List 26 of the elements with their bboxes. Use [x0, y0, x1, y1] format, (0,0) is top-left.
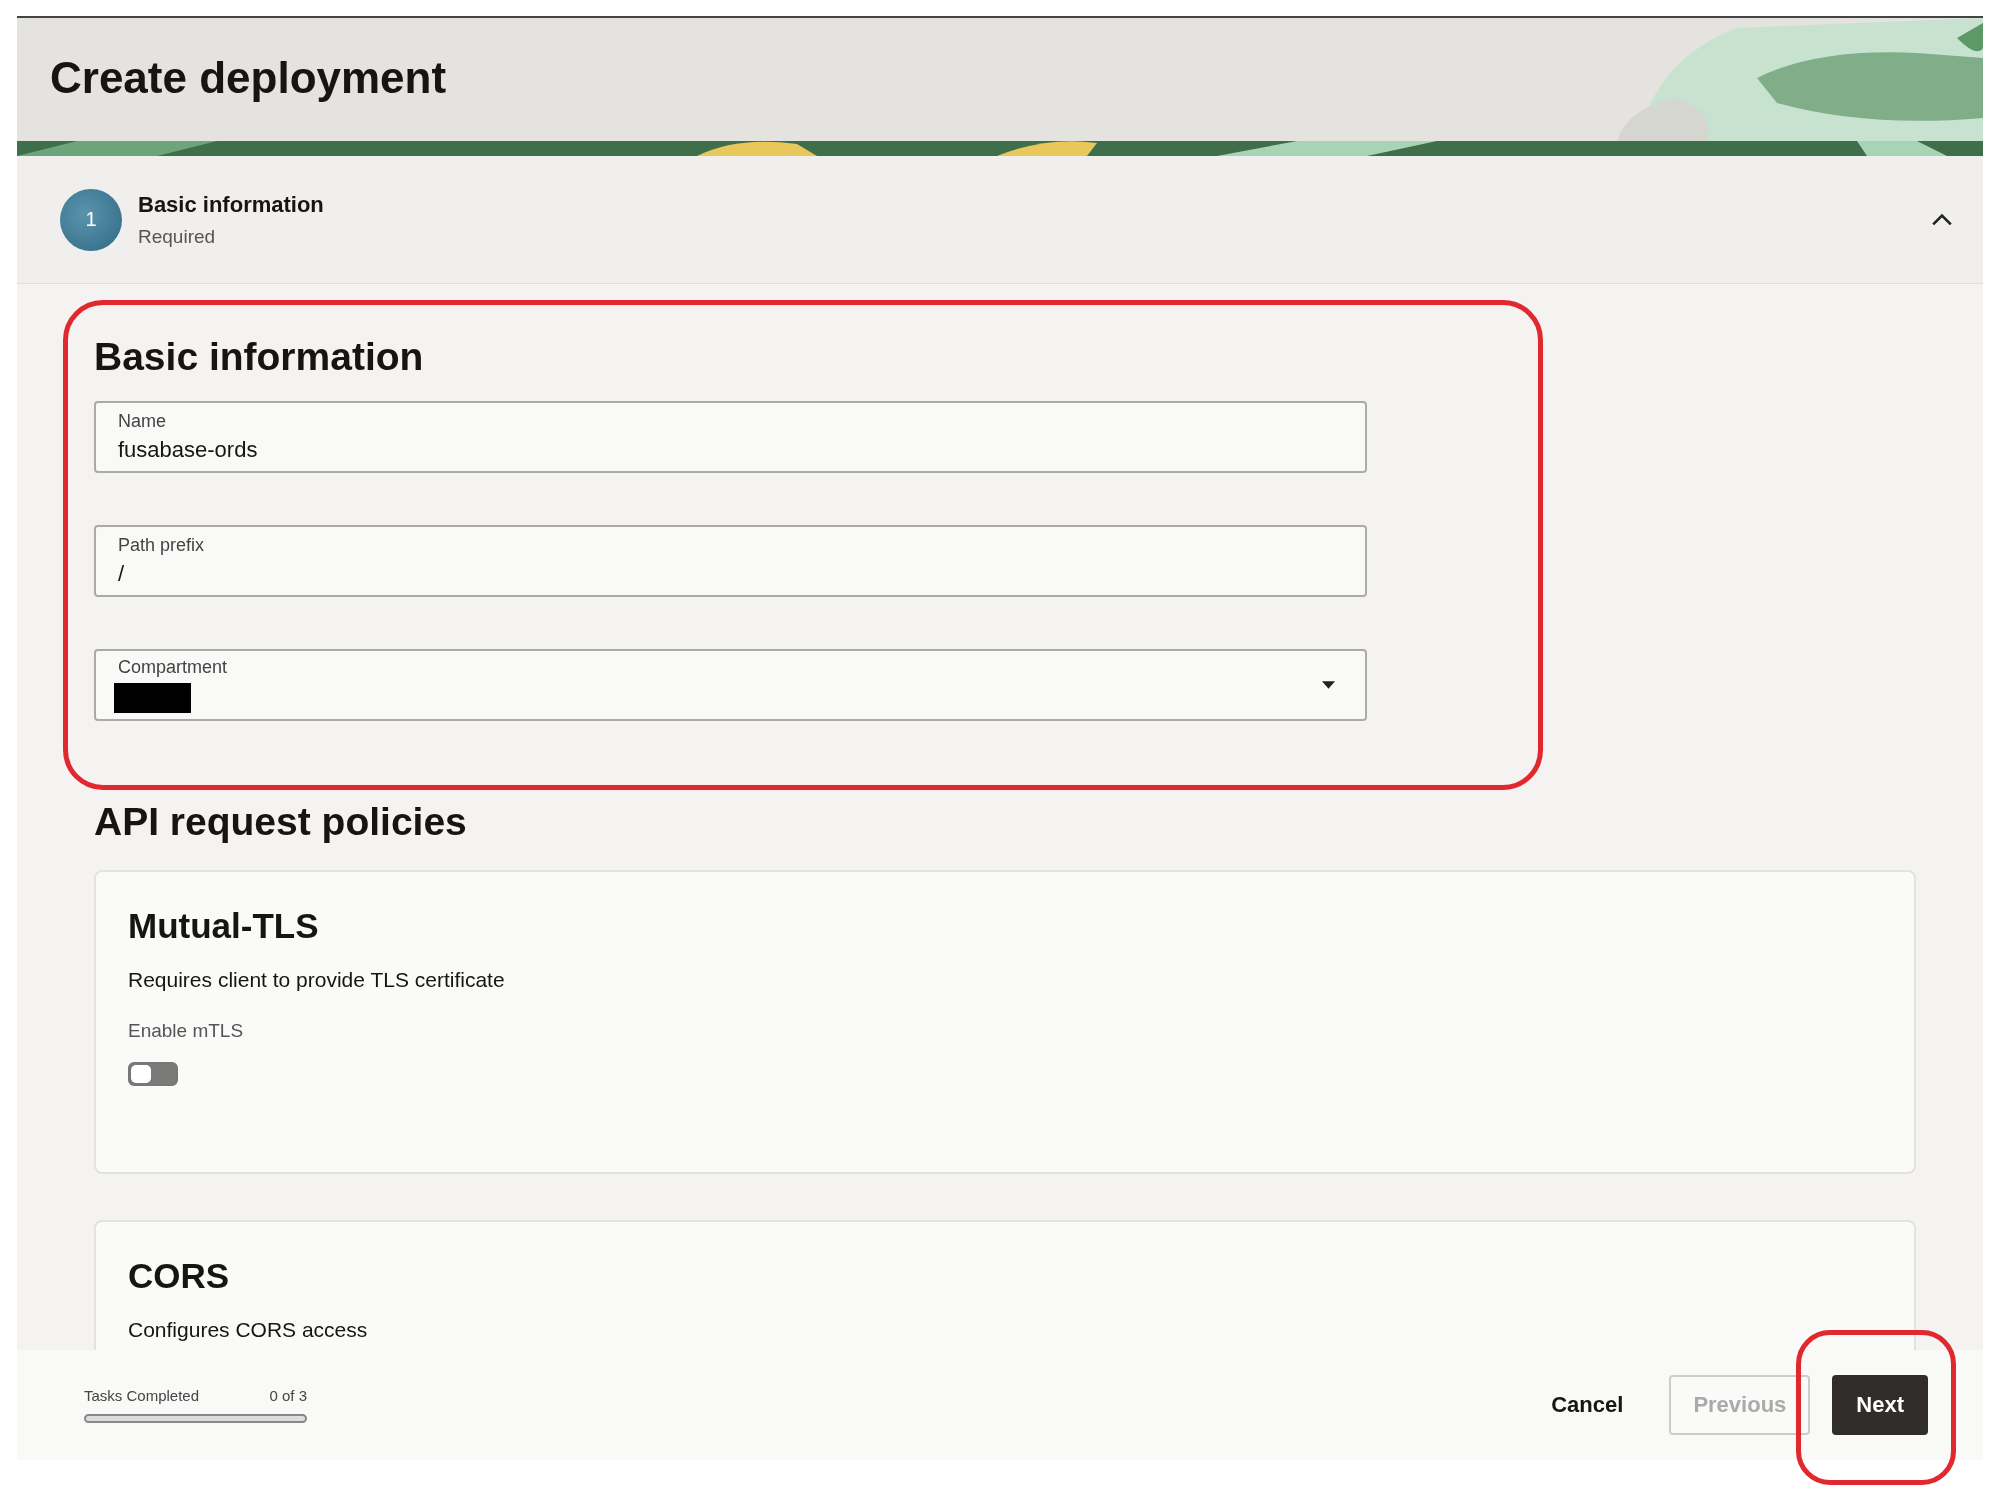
field-label: Compartment — [118, 656, 228, 678]
footer-button[interactable]: Cancel — [1527, 1375, 1648, 1435]
input-field[interactable]: Name fusabase-ords — [94, 400, 1367, 473]
card-title: CORS — [128, 1255, 231, 1296]
page-title: Create deployment — [49, 52, 447, 100]
input-field[interactable]: Compartment — [94, 648, 1367, 721]
field-value: / — [118, 560, 125, 587]
card-description: Configures CORS access — [128, 1317, 369, 1342]
input-field[interactable]: Path prefix / — [94, 524, 1367, 597]
card-title: Mutual-TLS — [128, 905, 320, 946]
field-label: Path prefix — [118, 534, 205, 556]
caret-icon — [1322, 680, 1335, 689]
step-number-badge: 1 — [60, 188, 122, 251]
toggle-switch[interactable] — [128, 1061, 178, 1086]
chevron-icon[interactable] — [1931, 212, 1953, 227]
footer-button[interactable]: Next — [1832, 1375, 1928, 1435]
card-description: Requires client to provide TLS certificate — [128, 967, 506, 992]
field-label: Name — [118, 410, 166, 432]
progress-label: Tasks Completed — [84, 1387, 200, 1404]
step-title: Basic information — [138, 191, 324, 218]
section-heading: API request policies — [94, 800, 467, 844]
progress-count: 0 of 3 — [269, 1387, 307, 1404]
step-subtitle: Required — [138, 225, 216, 248]
section-heading: Basic information — [94, 336, 424, 379]
field-value: fusabase-ords — [118, 436, 258, 463]
toggle-label: Enable mTLS — [128, 1019, 245, 1042]
